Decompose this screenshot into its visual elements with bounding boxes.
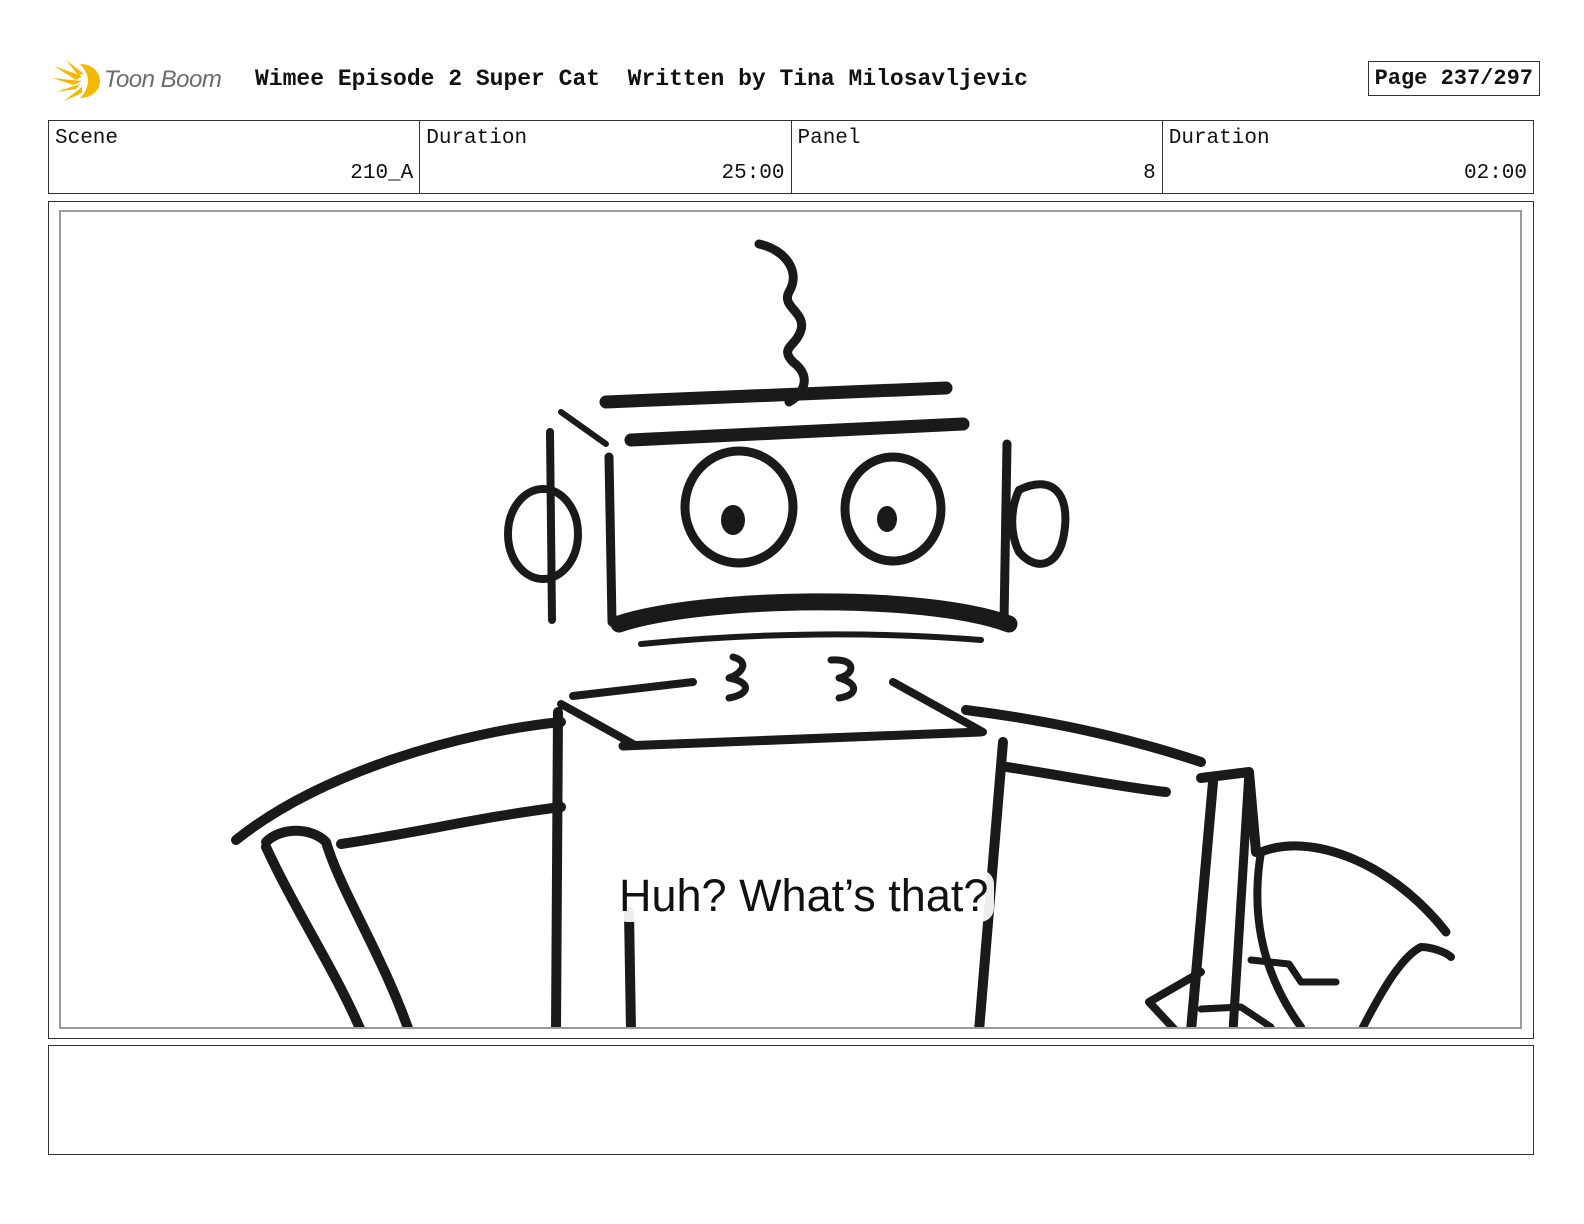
- left-ear-stick: [546, 428, 556, 624]
- body-top-line: [618, 727, 986, 751]
- left-eye: [680, 446, 798, 568]
- body-center-line: [624, 907, 636, 1027]
- left-arm-inner: [261, 842, 365, 1027]
- storyboard-panel: Huh? What’s that?: [59, 210, 1522, 1029]
- panel-duration-label: Duration: [1168, 127, 1270, 150]
- panel-cell: Panel 8: [792, 121, 1163, 193]
- shoulder-line-left: [569, 678, 697, 700]
- right-pupil: [877, 506, 897, 532]
- panel-label: Panel: [797, 127, 861, 150]
- page-header: Toon Boom Wimee Episode 2 Super Cat Writ…: [52, 56, 1540, 106]
- head-brow-line: [624, 417, 970, 447]
- held-object-curl: [1358, 943, 1455, 1027]
- panel-notes-box: [48, 1045, 1534, 1155]
- head-corner-line: [558, 409, 609, 447]
- head-mouth-line: [610, 593, 1018, 633]
- body-corner-line: [557, 700, 637, 748]
- held-object-lines-1: [1247, 956, 1340, 986]
- left-arm-lower: [336, 802, 566, 849]
- panel-value: 8: [1143, 162, 1156, 185]
- scene-label: Scene: [55, 127, 119, 150]
- toon-boom-logo-icon: [52, 60, 100, 101]
- panel-duration-value: 02:00: [1463, 162, 1527, 185]
- head-chin-line: [638, 631, 984, 647]
- panel-duration-cell: Duration 02:00: [1163, 121, 1533, 193]
- head-left-side: [604, 452, 617, 627]
- dialogue-caption: Huh? What’s that?: [613, 870, 995, 922]
- left-pupil: [721, 505, 745, 535]
- right-hand-left: [1186, 777, 1218, 1027]
- toon-boom-logo: Toon Boom: [52, 56, 242, 106]
- head-right-side: [999, 439, 1012, 627]
- left-arm-outline: [261, 825, 413, 1027]
- scene-duration-value: 25:00: [721, 162, 785, 185]
- held-object-top: [1256, 841, 1451, 937]
- scene-duration-cell: Duration 25:00: [420, 121, 792, 193]
- storyboard-panel-frame: Huh? What’s that?: [48, 201, 1534, 1039]
- document-title: Wimee Episode 2 Super Cat Written by Tin…: [255, 66, 1028, 92]
- page-number-box: Page 237/297: [1367, 61, 1540, 96]
- antenna-squiggle: [754, 239, 809, 407]
- scene-cell: Scene 210_A: [49, 121, 421, 193]
- right-hand-right: [1228, 767, 1254, 1027]
- logo-text: Toon Boom: [104, 66, 222, 93]
- head-top-line: [599, 381, 953, 409]
- body-left-side: [551, 707, 563, 1027]
- right-ear: [1008, 480, 1070, 568]
- left-ear: [504, 485, 582, 583]
- scene-duration-label: Duration: [426, 127, 528, 150]
- held-object-left: [1253, 848, 1305, 1027]
- neck-squiggle-left: [725, 653, 749, 702]
- scene-value: 210_A: [350, 162, 414, 185]
- scene-info-table: Scene 210_A Duration 25:00 Panel 8 Durat…: [48, 120, 1534, 194]
- left-arm-upper: [231, 717, 566, 845]
- right-arm-lower: [1002, 762, 1171, 797]
- neck-squiggle-right: [827, 656, 858, 702]
